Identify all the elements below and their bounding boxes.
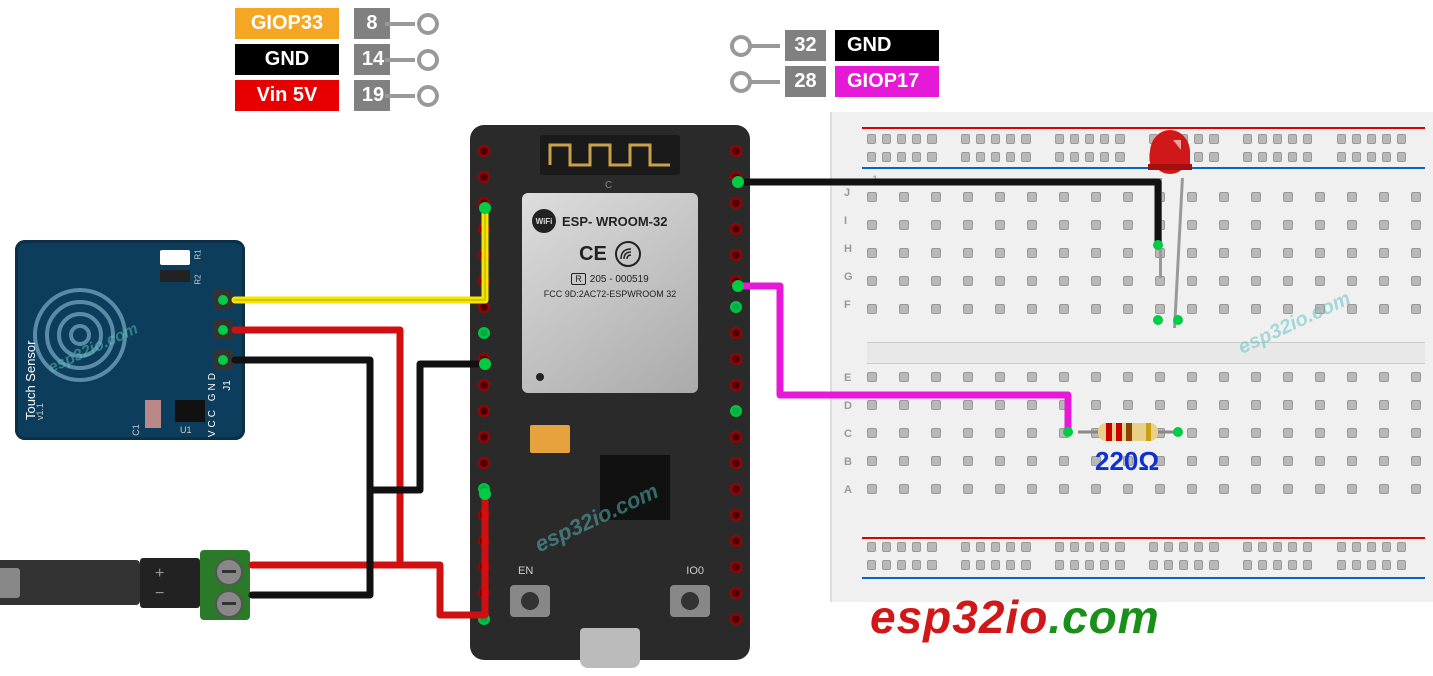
sensor-cap [145,400,161,428]
sensor-ic [175,400,205,422]
esp-pin-14-gnd [478,483,490,495]
resistor-220ohm [1078,420,1178,449]
wifi-icon: WiFi [532,209,556,233]
sensor-r1: R1 [193,249,202,259]
touch-pad-icon [30,285,130,385]
led-red [1145,130,1195,195]
pin-num-32: 32 [785,30,826,61]
serial: 205 - 000519 [590,274,649,285]
left-pin-row-1: GIOP33 8 [235,8,390,39]
pin-num-28: 28 [785,66,826,97]
jack-plus: + [155,565,164,583]
sensor-r2: R2 [193,274,202,284]
sensor-smd1 [160,250,190,265]
breadboard: JIHGF EDCBA 1 5 10 15 esp32io.com [830,112,1433,602]
esp-pin-8-giop33 [478,327,490,339]
pin-label-giop33: GIOP33 [235,8,339,39]
pin-label-gnd-r: GND [835,30,939,61]
usb-chip [600,455,670,520]
sensor-smd2 [160,270,190,282]
io0-button[interactable] [670,585,710,617]
jack-minus: − [155,585,164,603]
sensor-pins-text: SIG VCC GND [207,370,218,469]
ce-mark: CE [579,243,607,266]
board-label: ESP- WROOM-32 [562,214,667,229]
esp-pin-19-vin5v [478,613,490,625]
regulator [530,425,570,453]
fcc: FCC 9D:2AC72-ESPWROOM 32 [532,289,688,299]
dc-jack: + − [0,540,260,630]
io0-label: IO0 [686,565,704,577]
board-c: C [605,180,612,191]
en-button[interactable] [510,585,550,617]
touch-sensor: Touch Sensor v1.1 R1 R2 SIG VCC GND J1 C… [15,240,245,440]
left-pin-row-2: GND 14 [235,44,390,75]
esp-pin-28-giop17 [730,405,742,417]
esp32-board: C WiFi ESP- WROOM-32 CE R 205 - 000519 F… [470,125,750,660]
sensor-u1: U1 [180,425,192,435]
sensor-j1: J1 [222,380,233,391]
r-mark: R [571,273,586,285]
pin-label-gnd: GND [235,44,339,75]
sensor-c1: C1 [131,424,141,436]
pin-label-vin5v: Vin 5V [235,80,339,111]
en-label: EN [518,565,533,577]
left-pin-row-3: Vin 5V 19 [235,80,390,111]
pin-label-giop17: GIOP17 [835,66,939,97]
sensor-pin-sig [213,290,233,310]
esp-pin-32-gnd [730,301,742,313]
brand-text: esp32io.com [870,590,1160,644]
sensor-pin-vcc [213,320,233,340]
sensor-ver: v1.1 [35,403,45,420]
resistor-label: 220Ω [1095,446,1159,477]
sensor-pin-gnd [213,350,233,370]
espressif-icon [615,241,641,267]
usb-port [580,628,640,668]
